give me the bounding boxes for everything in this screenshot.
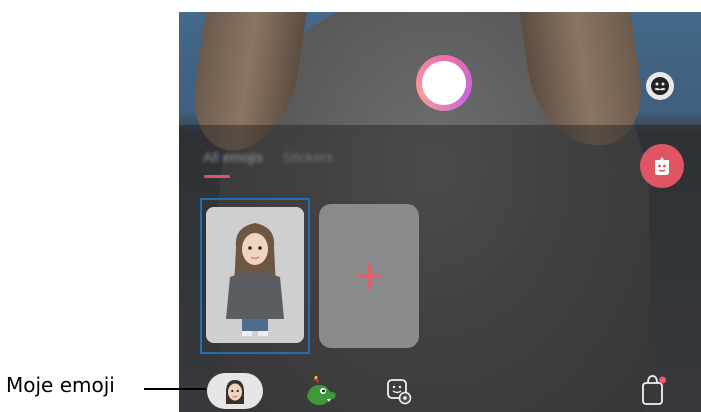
bottom-bar bbox=[179, 367, 701, 412]
ar-emoji-icon[interactable] bbox=[640, 144, 684, 188]
shutter-button[interactable] bbox=[416, 55, 472, 111]
callout-leader-line bbox=[144, 388, 206, 390]
tab-stickers[interactable]: Stickers bbox=[283, 149, 333, 165]
add-emoji-card[interactable]: + bbox=[319, 204, 419, 348]
shutter-inner bbox=[422, 61, 466, 105]
plus-icon: + bbox=[352, 253, 386, 299]
callout-label: Moje emoji bbox=[6, 373, 115, 397]
emoji-tabs: All emojis Stickers bbox=[203, 149, 333, 165]
emoji-settings-icon[interactable] bbox=[386, 377, 412, 405]
shopping-bag-icon[interactable] bbox=[640, 373, 668, 407]
active-tab-indicator bbox=[204, 175, 230, 178]
tab-all-emojis[interactable]: All emojis bbox=[203, 149, 263, 165]
dinosaur-sticker-icon[interactable] bbox=[303, 375, 339, 407]
my-emoji-highlight-frame bbox=[200, 198, 310, 354]
my-emoji-avatar-icon[interactable] bbox=[207, 373, 263, 409]
mask-icon[interactable] bbox=[646, 72, 674, 100]
